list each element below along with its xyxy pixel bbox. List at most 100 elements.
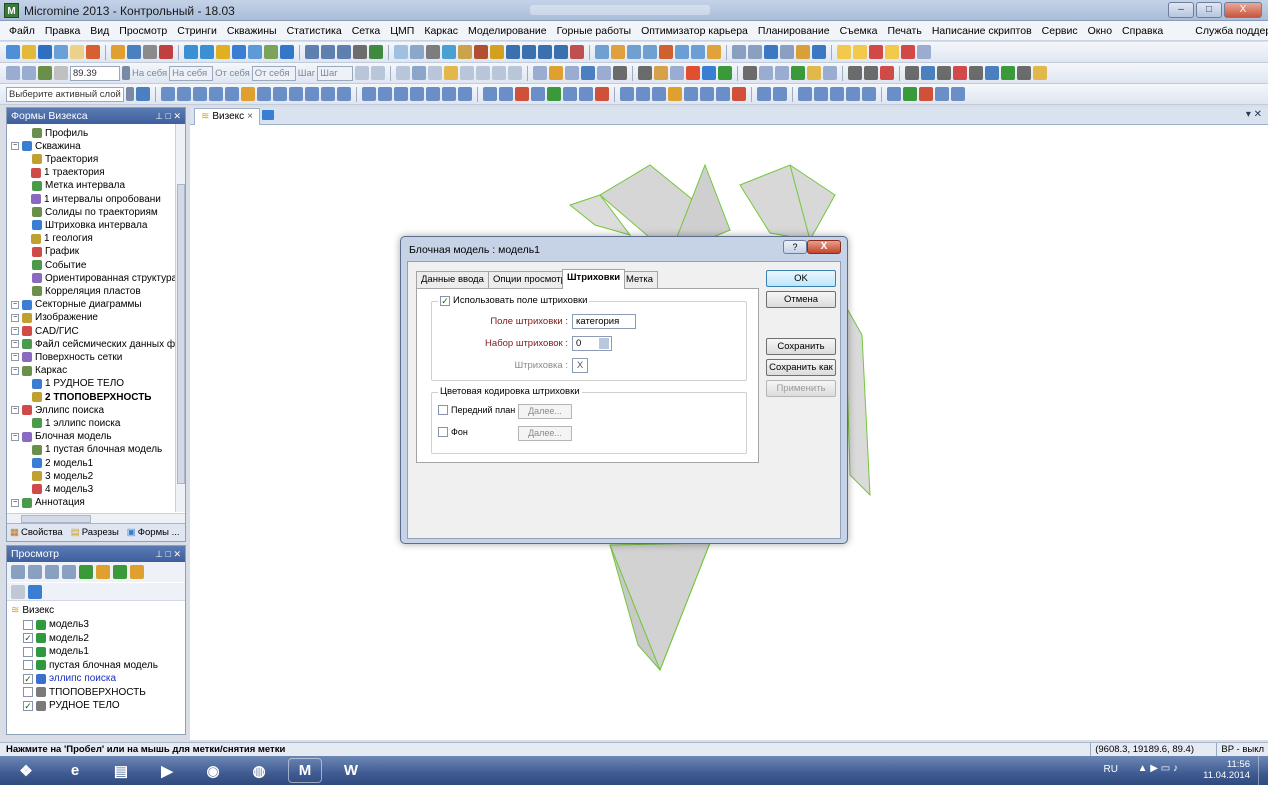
- tree-node[interactable]: − Секторные диаграммы: [11, 299, 142, 311]
- tool-j-icon[interactable]: [686, 66, 701, 80]
- edit-h-icon[interactable]: [732, 87, 746, 101]
- view-tool-f-icon[interactable]: [96, 565, 110, 579]
- digitize-f-icon[interactable]: [241, 87, 255, 101]
- delete-icon[interactable]: [159, 45, 173, 59]
- light-e-icon[interactable]: [901, 45, 915, 59]
- background-checkbox[interactable]: [438, 427, 448, 437]
- tree-node[interactable]: 1 траектория: [31, 167, 105, 179]
- tree-node[interactable]: 1 пустая блочная модель: [21, 444, 162, 456]
- section-e-icon[interactable]: [460, 66, 475, 80]
- poly-d-icon[interactable]: [531, 87, 545, 101]
- view-layer-item[interactable]: ✓ эллипс поиска: [23, 672, 116, 685]
- view-root-item[interactable]: ≋ Визекс: [11, 604, 54, 617]
- menu-mining[interactable]: Горные работы: [552, 25, 636, 37]
- rotate-view-icon[interactable]: [54, 66, 68, 80]
- open-file-icon[interactable]: [22, 45, 36, 59]
- menu-tools[interactable]: Сервис: [1037, 25, 1083, 37]
- apply-button[interactable]: Применить: [766, 380, 836, 397]
- step-back-icon[interactable]: [355, 66, 370, 80]
- tool-k-icon[interactable]: [702, 66, 717, 80]
- layer-checkbox[interactable]: ✓: [23, 633, 33, 643]
- string-e-icon[interactable]: [426, 87, 440, 101]
- tab-label[interactable]: Метка: [621, 271, 658, 288]
- tab-forms[interactable]: ▣ Формы ...: [127, 527, 180, 538]
- clip-icon[interactable]: [410, 45, 424, 59]
- tree-node[interactable]: 1 эллипс поиска: [21, 417, 120, 429]
- tab-properties[interactable]: ▦ Свойства: [10, 527, 63, 538]
- tool-b-icon[interactable]: [506, 45, 520, 59]
- tool-h-icon[interactable]: [654, 66, 669, 80]
- layer-edit-icon[interactable]: [136, 87, 150, 101]
- scroll-thumb[interactable]: [21, 515, 91, 523]
- tree-node[interactable]: − Поверхность сетки: [11, 351, 122, 363]
- tool-x-icon[interactable]: [937, 66, 952, 80]
- tree-node[interactable]: − Эллипс поиска: [11, 404, 104, 416]
- refresh-view-icon[interactable]: [28, 584, 42, 599]
- layers-icon[interactable]: [280, 45, 294, 59]
- grid-b-icon[interactable]: [748, 45, 762, 59]
- view-b-icon[interactable]: [611, 45, 625, 59]
- edit-a-icon[interactable]: [620, 87, 634, 101]
- edit-c-icon[interactable]: [652, 87, 666, 101]
- string-b-icon[interactable]: [378, 87, 392, 101]
- menu-grid[interactable]: Сетка: [347, 25, 386, 37]
- measure-icon[interactable]: [533, 66, 548, 80]
- poly-b-icon[interactable]: [499, 87, 513, 101]
- digitize-b-icon[interactable]: [177, 87, 191, 101]
- to-self-input[interactable]: На себя: [169, 65, 214, 81]
- light-c-icon[interactable]: [869, 45, 883, 59]
- string-c-icon[interactable]: [394, 87, 408, 101]
- print-icon[interactable]: [86, 45, 100, 59]
- tool-aa-icon[interactable]: [985, 66, 1000, 80]
- expand-toggle-icon[interactable]: −: [11, 313, 19, 322]
- move-icon[interactable]: [369, 45, 383, 59]
- tree-node[interactable]: Траектория: [21, 153, 98, 165]
- tool-d-icon[interactable]: [538, 45, 552, 59]
- chevron-down-icon[interactable]: [126, 87, 134, 101]
- cancel-button[interactable]: Отмена: [766, 291, 836, 308]
- window-layout-icon[interactable]: [232, 45, 246, 59]
- string-g-icon[interactable]: [458, 87, 472, 101]
- menu-strings[interactable]: Стринги: [172, 25, 222, 37]
- tab-menu-icon[interactable]: ▾ ✕: [1246, 109, 1262, 120]
- zoom-icon[interactable]: [321, 45, 335, 59]
- menu-pit-optimiser[interactable]: Оптимизатор карьера: [636, 25, 753, 37]
- view-tool-b-icon[interactable]: [28, 565, 42, 579]
- show-desktop-button[interactable]: [1258, 756, 1268, 785]
- menu-browse[interactable]: Просмотр: [114, 25, 172, 37]
- tree-node[interactable]: Штриховка интервала: [21, 219, 147, 231]
- use-field-checkbox[interactable]: ✓: [440, 295, 450, 306]
- close-tab-icon[interactable]: ×: [247, 109, 253, 125]
- measure-h-icon[interactable]: [773, 87, 787, 101]
- tree-node[interactable]: 2 модель1: [21, 457, 93, 469]
- tool-y-icon[interactable]: [953, 66, 968, 80]
- open-project-icon[interactable]: [111, 45, 125, 59]
- poly-f-icon[interactable]: [563, 87, 577, 101]
- light-d-icon[interactable]: [885, 45, 899, 59]
- misc-e-icon[interactable]: [951, 87, 965, 101]
- tree-node[interactable]: − CAD/ГИС: [11, 325, 79, 337]
- tree-node[interactable]: 4 модель3: [21, 483, 93, 495]
- transform-b-icon[interactable]: [814, 87, 828, 101]
- tree-node[interactable]: Ориентированная структура: [21, 272, 176, 284]
- dip-icon[interactable]: [22, 66, 36, 80]
- poly-a-icon[interactable]: [483, 87, 497, 101]
- expand-toggle-icon[interactable]: −: [11, 142, 19, 151]
- expand-toggle-icon[interactable]: −: [11, 300, 19, 309]
- paste-icon[interactable]: [143, 45, 157, 59]
- maximize-button[interactable]: □: [1196, 2, 1222, 18]
- layer-checkbox[interactable]: [23, 687, 33, 697]
- tree-node[interactable]: 1 РУДНОЕ ТЕЛО: [21, 378, 124, 390]
- misc-b-icon[interactable]: [903, 87, 917, 101]
- expand-toggle-icon[interactable]: −: [11, 498, 19, 507]
- firefox-icon[interactable]: ◍: [242, 758, 276, 783]
- section-f-icon[interactable]: [476, 66, 491, 80]
- layer-checkbox[interactable]: [23, 646, 33, 657]
- rotate-icon[interactable]: [353, 45, 367, 59]
- hatch-set-input[interactable]: 0: [572, 336, 612, 351]
- menu-file[interactable]: Файл: [4, 25, 40, 37]
- section-c-icon[interactable]: [428, 66, 443, 80]
- measure-e-icon[interactable]: [597, 66, 612, 80]
- tool-f-icon[interactable]: [570, 45, 584, 59]
- transform-e-icon[interactable]: [862, 87, 876, 101]
